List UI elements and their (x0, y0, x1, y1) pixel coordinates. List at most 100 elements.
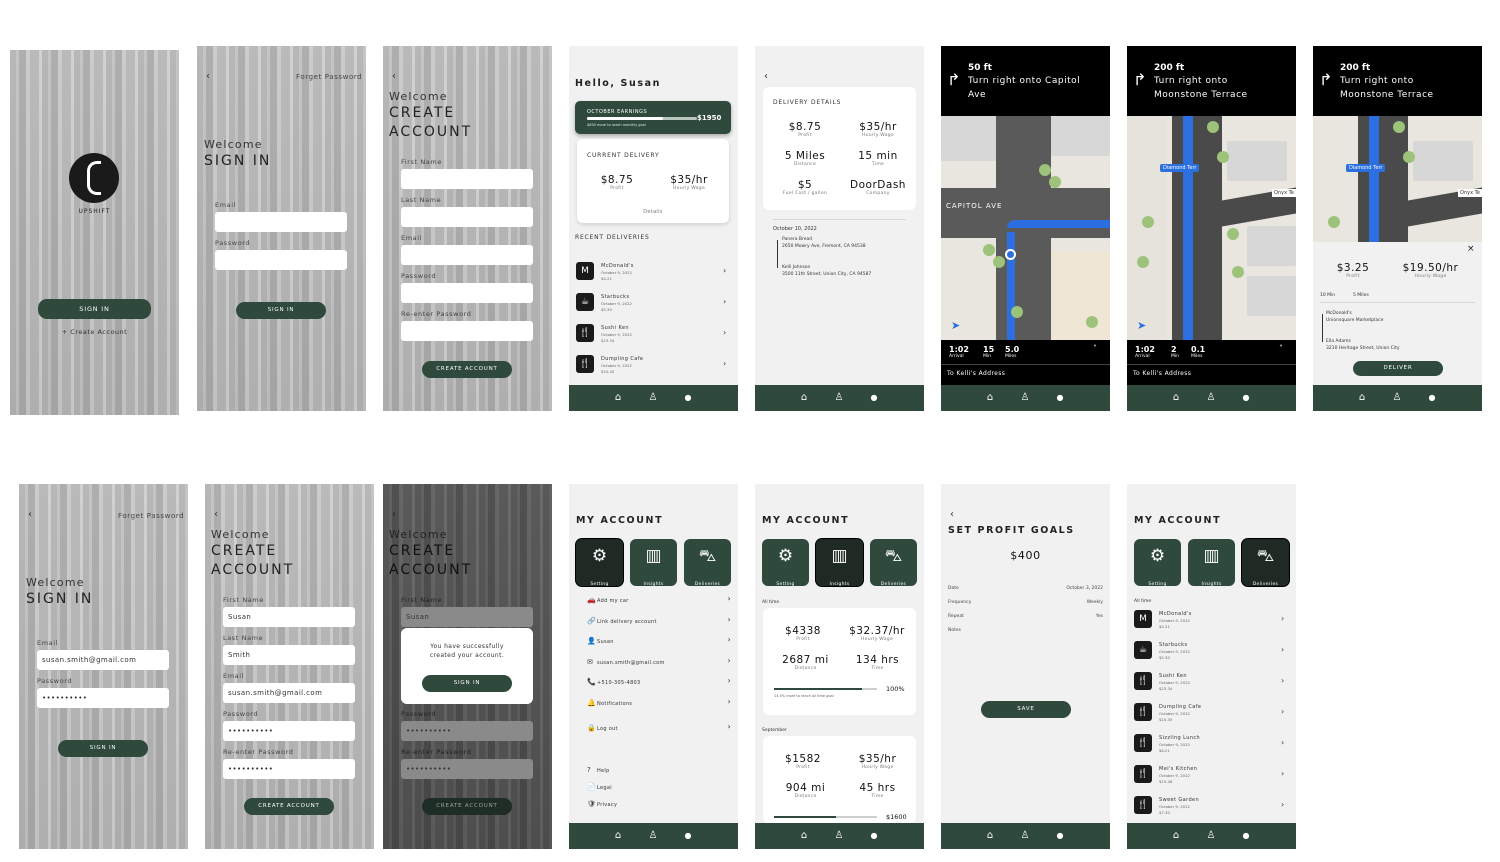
list-item[interactable]: M McDonald's October 9, 2022 $4.21 › (1127, 606, 1296, 634)
home-icon[interactable]: ⌂ (798, 392, 810, 404)
driver-icon[interactable]: ♙ (833, 830, 845, 842)
home-icon[interactable]: ⌂ (1356, 392, 1368, 404)
account-icon[interactable]: ● (1240, 830, 1252, 842)
driver-icon[interactable]: ♙ (647, 830, 659, 842)
email-field[interactable] (215, 212, 347, 232)
map-view[interactable]: Diamond Terr Onyx Te ➤ (1127, 116, 1296, 340)
driver-icon[interactable]: ♙ (1391, 392, 1403, 404)
settings-item[interactable]: 📞+510-305-4803 › (587, 676, 731, 686)
home-icon[interactable]: ⌂ (984, 830, 996, 842)
list-item[interactable]: ☕ Starbucks October 9, 2022 $5.30 › (1127, 637, 1296, 665)
sign-in-button[interactable]: SIGN IN (58, 740, 148, 757)
footer-item[interactable]: ? Help (587, 766, 610, 774)
home-icon[interactable]: ⌂ (984, 392, 996, 404)
settings-item[interactable]: 👤Susan › (587, 635, 731, 645)
tab-insights[interactable]: ▥ Insights (630, 539, 677, 587)
current-delivery-card[interactable]: CURRENT DELIVERY $8.75 Profit $35/hr Hou… (577, 139, 729, 223)
frequency-value[interactable]: Weekly (1087, 600, 1103, 605)
home-icon[interactable]: ⌂ (1170, 830, 1182, 842)
chevron-up-icon[interactable]: ˄ (1093, 344, 1097, 353)
map-view[interactable]: CAPITOL AVE ➤ (941, 116, 1110, 340)
settings-item[interactable]: 🚗Add my car › (587, 594, 731, 604)
goal-amount[interactable]: $400 (941, 549, 1110, 562)
password-field[interactable] (215, 250, 347, 270)
map-view[interactable]: Diamond Terr Onyx Te (1313, 116, 1482, 246)
email-field[interactable]: susan.smith@gmail.com (37, 650, 169, 670)
compass-icon[interactable]: ➤ (951, 319, 960, 332)
sign-in-button[interactable]: SIGN IN (236, 302, 326, 319)
back-icon[interactable]: ‹ (392, 509, 396, 520)
back-icon[interactable]: ‹ (214, 509, 218, 520)
list-item[interactable]: ☕ Starbucks October 9, 2022 $5.30 › (569, 289, 738, 317)
tab-deliveries[interactable]: ⛍ Deliveries (870, 539, 917, 587)
driver-icon[interactable]: ♙ (1205, 830, 1217, 842)
chevron-right-icon[interactable]: › (723, 297, 726, 306)
back-icon[interactable]: ‹ (206, 71, 210, 82)
compass-icon[interactable]: ➤ (1137, 319, 1146, 332)
chevron-right-icon[interactable]: › (723, 359, 726, 368)
driver-icon[interactable]: ♙ (1019, 830, 1031, 842)
account-icon[interactable]: ● (868, 392, 880, 404)
account-icon[interactable]: ● (1426, 392, 1438, 404)
account-icon[interactable]: ● (682, 830, 694, 842)
account-icon[interactable]: ● (868, 830, 880, 842)
settings-item[interactable]: 🔗Link delivery account › (587, 615, 731, 625)
details-link[interactable]: Details (577, 209, 729, 215)
chevron-right-icon[interactable]: › (1281, 769, 1284, 778)
account-icon[interactable]: ● (1054, 392, 1066, 404)
forgot-password-link[interactable]: Forget Password (296, 73, 362, 81)
trip-summary[interactable]: 1:02 Arrival 2 Min 0.1 Miles ˄ To Kelli'… (1127, 340, 1296, 385)
sign-in-button[interactable]: SIGN IN (38, 299, 151, 319)
close-icon[interactable]: × (1467, 244, 1475, 254)
earnings-card[interactable]: OCTOBER EARNINGS $1950 $850 more to reac… (575, 101, 731, 134)
chevron-right-icon[interactable]: › (1281, 614, 1284, 623)
list-item[interactable]: 🍴 Sushi Ken October 9, 2022 $23.34 › (569, 320, 738, 348)
reenter-password-field[interactable] (401, 321, 533, 341)
driver-icon[interactable]: ♙ (833, 392, 845, 404)
last-name-field[interactable] (401, 207, 533, 227)
footer-item[interactable]: 🛡Privacy (587, 800, 617, 808)
save-button[interactable]: SAVE (981, 701, 1071, 718)
create-account-button[interactable]: CREATE ACCOUNT (422, 798, 512, 815)
modal-sign-in-button[interactable]: SIGN IN (422, 675, 512, 692)
create-account-link[interactable]: + Create Account (10, 328, 179, 336)
back-icon[interactable]: ‹ (764, 71, 768, 82)
settings-item[interactable]: 🔒Log out › (587, 722, 731, 732)
last-name-field[interactable]: Smith (223, 645, 355, 665)
tab-deliveries[interactable]: ⛍ Deliveries (1242, 539, 1289, 587)
home-icon[interactable]: ⌂ (612, 830, 624, 842)
email-field[interactable]: susan.smith@gmail.com (223, 683, 355, 703)
list-item[interactable]: 🍴 Dumpling Cafe October 9, 2022 $10.45 › (569, 351, 738, 379)
tab-setting[interactable]: ⚙ Setting (1134, 539, 1181, 587)
deliver-button[interactable]: DELIVER (1353, 361, 1443, 376)
home-icon[interactable]: ⌂ (612, 392, 624, 404)
tab-setting[interactable]: ⚙ Setting (576, 539, 623, 587)
settings-item[interactable]: 🔔Notifications › (587, 697, 731, 707)
list-item[interactable]: 🍴 Sweet Garden October 9, 2022 $7.30 › (1127, 792, 1296, 820)
create-account-button[interactable]: CREATE ACCOUNT (244, 798, 334, 815)
create-account-button[interactable]: CREATE ACCOUNT (422, 361, 512, 378)
password-field[interactable] (401, 283, 533, 303)
home-icon[interactable]: ⌂ (1170, 392, 1182, 404)
repeat-value[interactable]: Yes (1096, 614, 1103, 619)
notes-label[interactable]: Notes (948, 628, 961, 633)
password-field[interactable]: •••••••••• (223, 721, 355, 741)
chevron-right-icon[interactable]: › (1281, 738, 1284, 747)
back-icon[interactable]: ‹ (392, 71, 396, 82)
password-field[interactable]: •••••••••• (37, 688, 169, 708)
account-icon[interactable]: ● (1240, 392, 1252, 404)
date-value[interactable]: October 3, 2022 (1066, 586, 1103, 591)
back-icon[interactable]: ‹ (950, 509, 954, 520)
first-name-field[interactable] (401, 169, 533, 189)
chevron-right-icon[interactable]: › (723, 266, 726, 275)
home-icon[interactable]: ⌂ (798, 830, 810, 842)
list-item[interactable]: 🍴 Sizzling Lunch October 9, 2022 $8.21 › (1127, 730, 1296, 758)
list-item[interactable]: 🍴 Sushi Ken October 9, 2022 $23.34 › (1127, 668, 1296, 696)
chevron-up-icon[interactable]: ˄ (1279, 344, 1283, 353)
driver-icon[interactable]: ♙ (647, 392, 659, 404)
driver-icon[interactable]: ♙ (1205, 392, 1217, 404)
tab-insights[interactable]: ▥ Insights (1188, 539, 1235, 587)
chevron-right-icon[interactable]: › (1281, 676, 1284, 685)
first-name-field[interactable]: Susan (401, 607, 533, 627)
settings-item[interactable]: ✉ susan.smith@gmail.com › (587, 656, 731, 666)
